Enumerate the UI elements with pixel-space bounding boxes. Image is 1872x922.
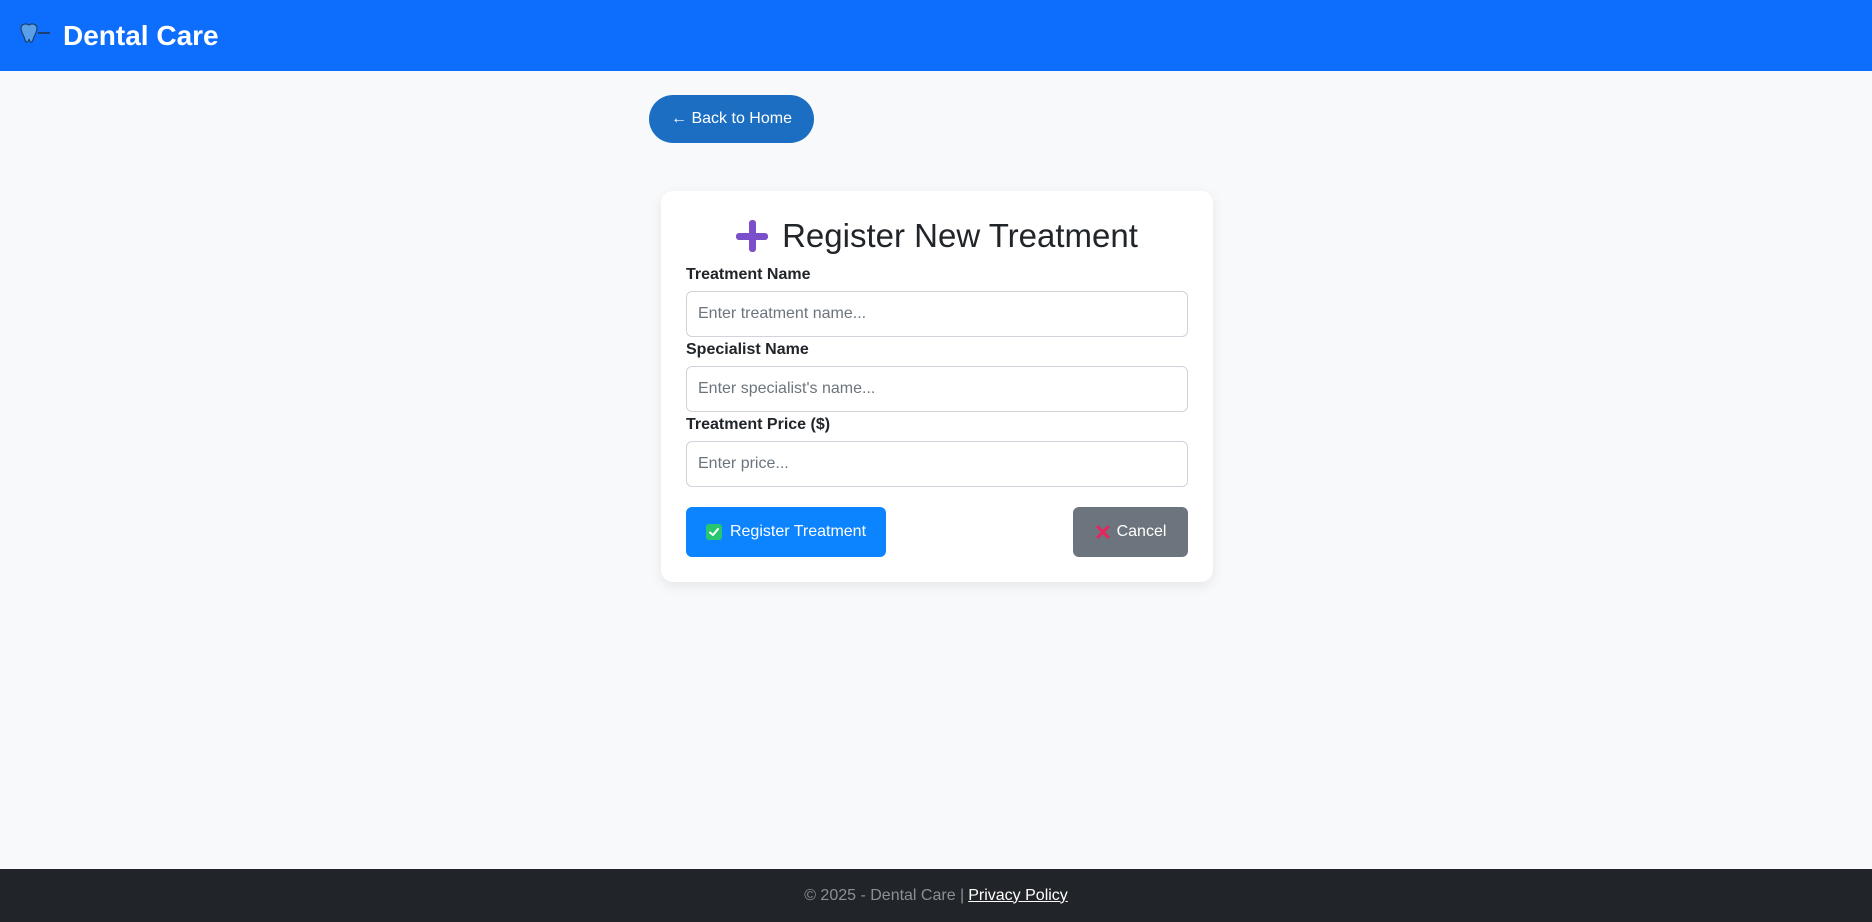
cancel-button[interactable]: Cancel [1073, 507, 1188, 557]
cancel-label: Cancel [1116, 523, 1167, 540]
plus-icon [736, 220, 769, 252]
check-box-icon [705, 524, 722, 540]
back-to-home-button[interactable]: ← Back to Home [649, 95, 814, 143]
register-treatment-button[interactable]: Register Treatment [686, 507, 886, 557]
footer-copyright: © 2025 - Dental Care | [804, 886, 965, 904]
privacy-policy-link[interactable]: Privacy Policy [968, 887, 1068, 905]
treatment-price-label: Treatment Price ($) [686, 416, 831, 433]
register-treatment-card: Register New Treatment Treatment Name Sp… [661, 191, 1213, 582]
tooth-logo-icon[interactable] [18, 22, 52, 46]
treatment-name-label: Treatment Name [686, 266, 811, 283]
specialist-name-label: Specialist Name [686, 341, 809, 358]
form-heading: Register New Treatment [661, 216, 1213, 256]
specialist-name-input[interactable] [686, 366, 1188, 412]
brand-title[interactable]: Dental Care [63, 18, 219, 54]
page-footer: © 2025 - Dental Care | Privacy Policy [0, 869, 1872, 922]
register-treatment-label: Register Treatment [729, 523, 867, 540]
treatment-price-input[interactable] [686, 441, 1188, 487]
treatment-name-input[interactable] [686, 291, 1188, 337]
form-title: Register New Treatment [782, 217, 1138, 254]
top-navbar: Dental Care [0, 0, 1872, 71]
cross-icon [1095, 524, 1111, 540]
